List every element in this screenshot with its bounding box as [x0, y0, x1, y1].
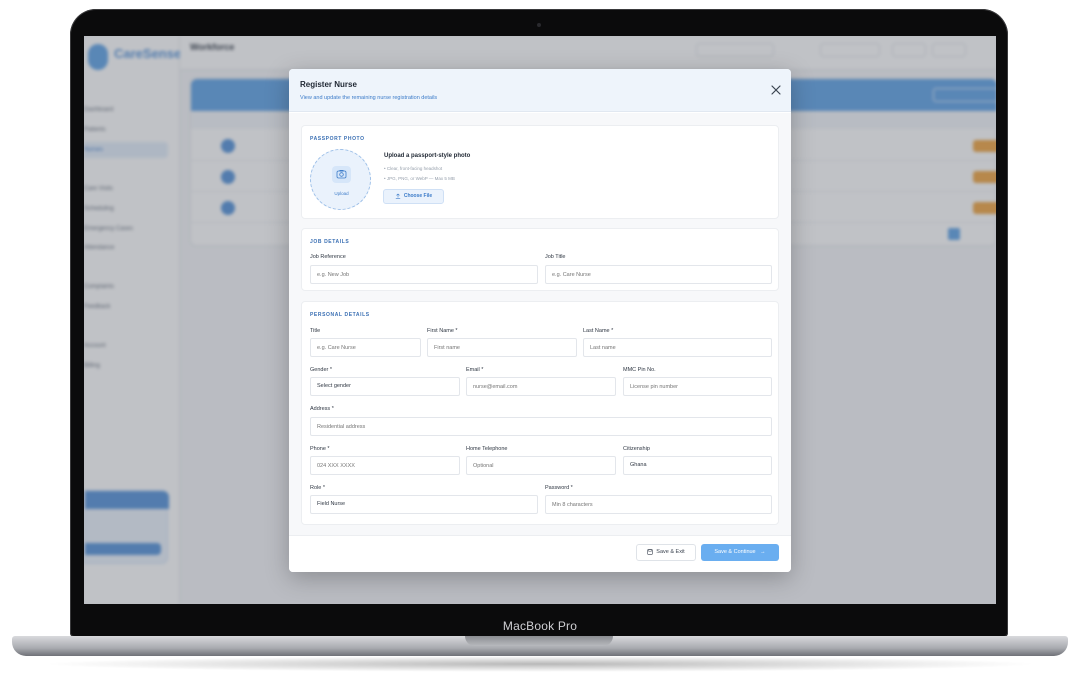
modal-subtitle: View and update the remaining nurse regi… — [300, 95, 438, 101]
save-continue-label: Save & Continue — [714, 549, 756, 555]
first-name-label: First Name * — [427, 328, 458, 334]
webcam — [537, 23, 541, 27]
passport-photo-section: PASSPORT PHOTO Upload Upload a passport-… — [301, 125, 779, 219]
laptop-shadow — [40, 656, 1040, 672]
arrow-right-icon: → — [760, 549, 766, 555]
phone-label: Phone * — [310, 446, 330, 452]
save-icon — [647, 548, 653, 555]
gender-label: Gender * — [310, 367, 333, 373]
mmc-pin-input[interactable] — [623, 377, 772, 396]
upload-icon — [395, 193, 401, 199]
upload-label: Upload — [334, 191, 349, 196]
email-input[interactable] — [466, 377, 616, 396]
job-title-input[interactable] — [545, 265, 772, 284]
job-title-label: Job Title — [545, 254, 566, 260]
last-name-label: Last Name * — [583, 328, 614, 334]
role-label: Role * — [310, 485, 325, 491]
password-input[interactable] — [545, 495, 772, 514]
save-exit-button[interactable]: Save & Exit — [636, 544, 696, 561]
home-telephone-label: Home Telephone — [466, 446, 508, 452]
save-exit-label: Save & Exit — [656, 549, 685, 555]
mmc-pin-label: MMC Pin No. — [623, 367, 656, 373]
modal-title: Register Nurse — [300, 80, 357, 89]
close-icon[interactable] — [769, 83, 783, 97]
phone-input[interactable] — [310, 456, 460, 475]
email-label: Email * — [466, 367, 484, 373]
personal-details-section: PERSONAL DETAILS Title First Name * Last… — [301, 301, 779, 525]
camera-icon — [332, 166, 351, 183]
modal-body[interactable]: PASSPORT PHOTO Upload Upload a passport-… — [289, 113, 791, 535]
title-label: Title — [310, 328, 321, 334]
laptop-frame: CareSense Dashboard Patients Nurses Care… — [0, 0, 1080, 677]
title-input[interactable] — [310, 338, 421, 357]
save-continue-button[interactable]: Save & Continue → — [701, 544, 779, 561]
upload-heading: Upload a passport-style photo — [384, 153, 471, 159]
section-title: PASSPORT PHOTO — [310, 136, 365, 142]
upload-hint: • Clear, front-facing headshot — [384, 166, 443, 171]
photo-upload-dropzone[interactable]: Upload — [310, 149, 371, 210]
section-title: PERSONAL DETAILS — [310, 312, 370, 318]
address-input[interactable] — [310, 417, 772, 436]
gender-select[interactable]: Select gender — [310, 377, 460, 396]
last-name-input[interactable] — [583, 338, 772, 357]
first-name-input[interactable] — [427, 338, 577, 357]
register-nurse-modal: Register Nurse View and update the remai… — [289, 69, 791, 572]
home-telephone-input[interactable] — [466, 456, 616, 475]
job-reference-input[interactable] — [310, 265, 538, 284]
job-reference-label: Job Reference — [310, 254, 346, 260]
password-label: Password * — [545, 485, 573, 491]
upload-hint: • JPG, PNG, or WebP — Max 5 MB — [384, 176, 455, 181]
address-label: Address * — [310, 406, 334, 412]
modal-header: Register Nurse View and update the remai… — [289, 69, 791, 112]
choose-file-button[interactable]: Choose File — [383, 189, 444, 204]
laptop-notch — [465, 636, 613, 646]
citizenship-label: Citizenship — [623, 446, 650, 452]
modal-footer: Save & Exit Save & Continue → — [289, 535, 791, 572]
choose-file-label: Choose File — [403, 193, 433, 199]
job-details-section: JOB DETAILS Job Reference Job Title — [301, 228, 779, 291]
section-title: JOB DETAILS — [310, 239, 350, 245]
screen: CareSense Dashboard Patients Nurses Care… — [84, 36, 996, 604]
role-select[interactable]: Field Nurse — [310, 495, 538, 514]
citizenship-select[interactable]: Ghana — [623, 456, 772, 475]
device-label: MacBook Pro — [502, 619, 578, 633]
